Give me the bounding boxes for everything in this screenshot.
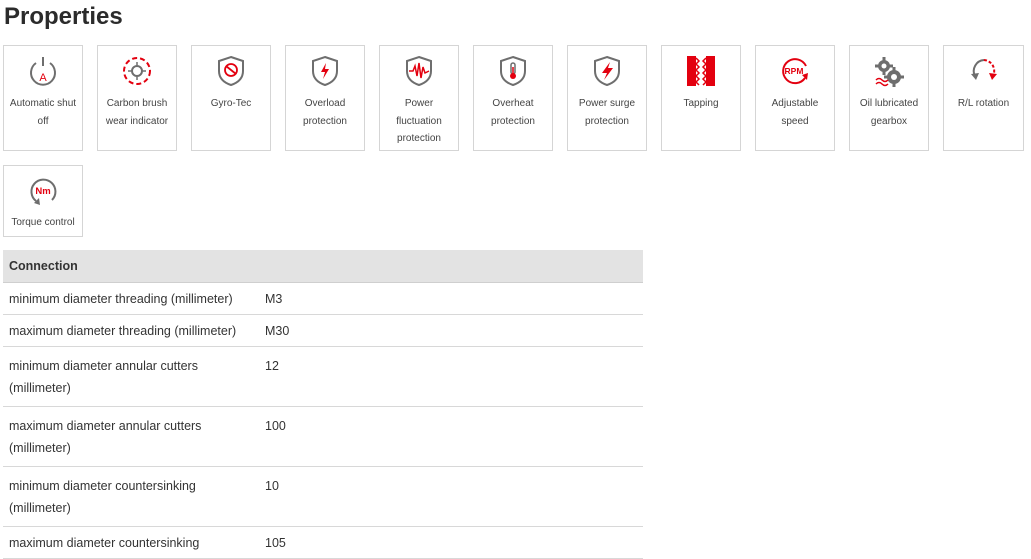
torque-control-icon: Nm [30,178,57,205]
property-overload-protection[interactable]: Overload protection [285,45,365,151]
carbon-brush-icon [123,57,151,85]
table-row: maximum diameter threading (millimeter) … [3,314,643,347]
property-label: Overload protection [303,98,347,127]
property-label: Gyro-Tec [210,98,252,109]
spec-value: 12 [259,346,643,407]
svg-text:Nm: Nm [35,186,50,197]
overheat-protection-icon [500,55,526,87]
property-label: Carbon brush wear indicator [105,98,169,127]
gearbox-icon [875,57,904,87]
property-rl-rotation[interactable]: R/L rotation [943,45,1024,151]
property-label: Adjustable speed [771,98,819,127]
spec-key: maximum diameter countersinking [3,526,259,559]
spec-value: 100 [259,406,643,467]
rotation-icon [970,59,997,80]
property-overheat-protection[interactable]: Overheat protection [473,45,553,151]
automatic-shutoff-icon: A [30,57,56,86]
property-tapping[interactable]: Tapping [661,45,741,151]
property-carbon-brush[interactable]: Carbon brush wear indicator [97,45,177,151]
table-row: maximum diameter countersinking 105 [3,526,643,559]
property-torque-control[interactable]: Nm Torque control [3,165,83,237]
gyro-tec-icon [218,55,244,87]
power-fluctuation-icon [406,55,432,87]
overload-protection-icon [312,55,338,87]
table-row: maximum diameter annular cutters (millim… [3,406,643,467]
spec-value: M3 [259,282,643,315]
spec-key: minimum diameter countersinking (millime… [3,466,259,527]
adjustable-speed-icon: RPM [782,58,808,85]
power-surge-icon [594,55,620,87]
svg-text:RPM: RPM [785,66,804,76]
property-adjustable-speed[interactable]: RPM Adjustable speed [755,45,835,151]
spec-key: minimum diameter annular cutters (millim… [3,346,259,407]
page-title: Properties [4,3,123,30]
property-label: Power fluctuation protection [396,98,442,144]
table-header-row: Connection [3,250,643,283]
property-power-fluctuation[interactable]: Power fluctuation protection [379,45,459,151]
property-automatic-shut-off[interactable]: A Automatic shut off [3,45,83,151]
section-header: Connection [3,250,643,283]
table-row: minimum diameter countersinking (millime… [3,466,643,527]
table-row: minimum diameter annular cutters (millim… [3,346,643,407]
property-label: Oil lubricated gearbox [859,98,919,127]
table-row: minimum diameter threading (millimeter) … [3,282,643,315]
property-label: R/L rotation [957,98,1010,109]
spec-value: M30 [259,314,643,347]
property-label: Overheat protection [491,98,535,127]
spec-key: minimum diameter threading (millimeter) [3,282,259,315]
spec-value: 10 [259,466,643,527]
property-label: Automatic shut off [9,98,77,127]
property-label: Torque control [11,217,75,228]
tapping-icon [687,56,715,86]
svg-text:A: A [39,72,47,84]
property-oil-lubricated-gearbox[interactable]: Oil lubricated gearbox [849,45,929,151]
spec-key: maximum diameter threading (millimeter) [3,314,259,347]
spec-value: 105 [259,526,643,559]
property-gyro-tec[interactable]: Gyro-Tec [191,45,271,151]
connection-spec-table: Connection minimum diameter threading (m… [3,250,643,559]
property-label: Tapping [683,98,719,109]
property-label: Power surge protection [578,98,636,127]
property-power-surge[interactable]: Power surge protection [567,45,647,151]
spec-key: maximum diameter annular cutters (millim… [3,406,259,467]
